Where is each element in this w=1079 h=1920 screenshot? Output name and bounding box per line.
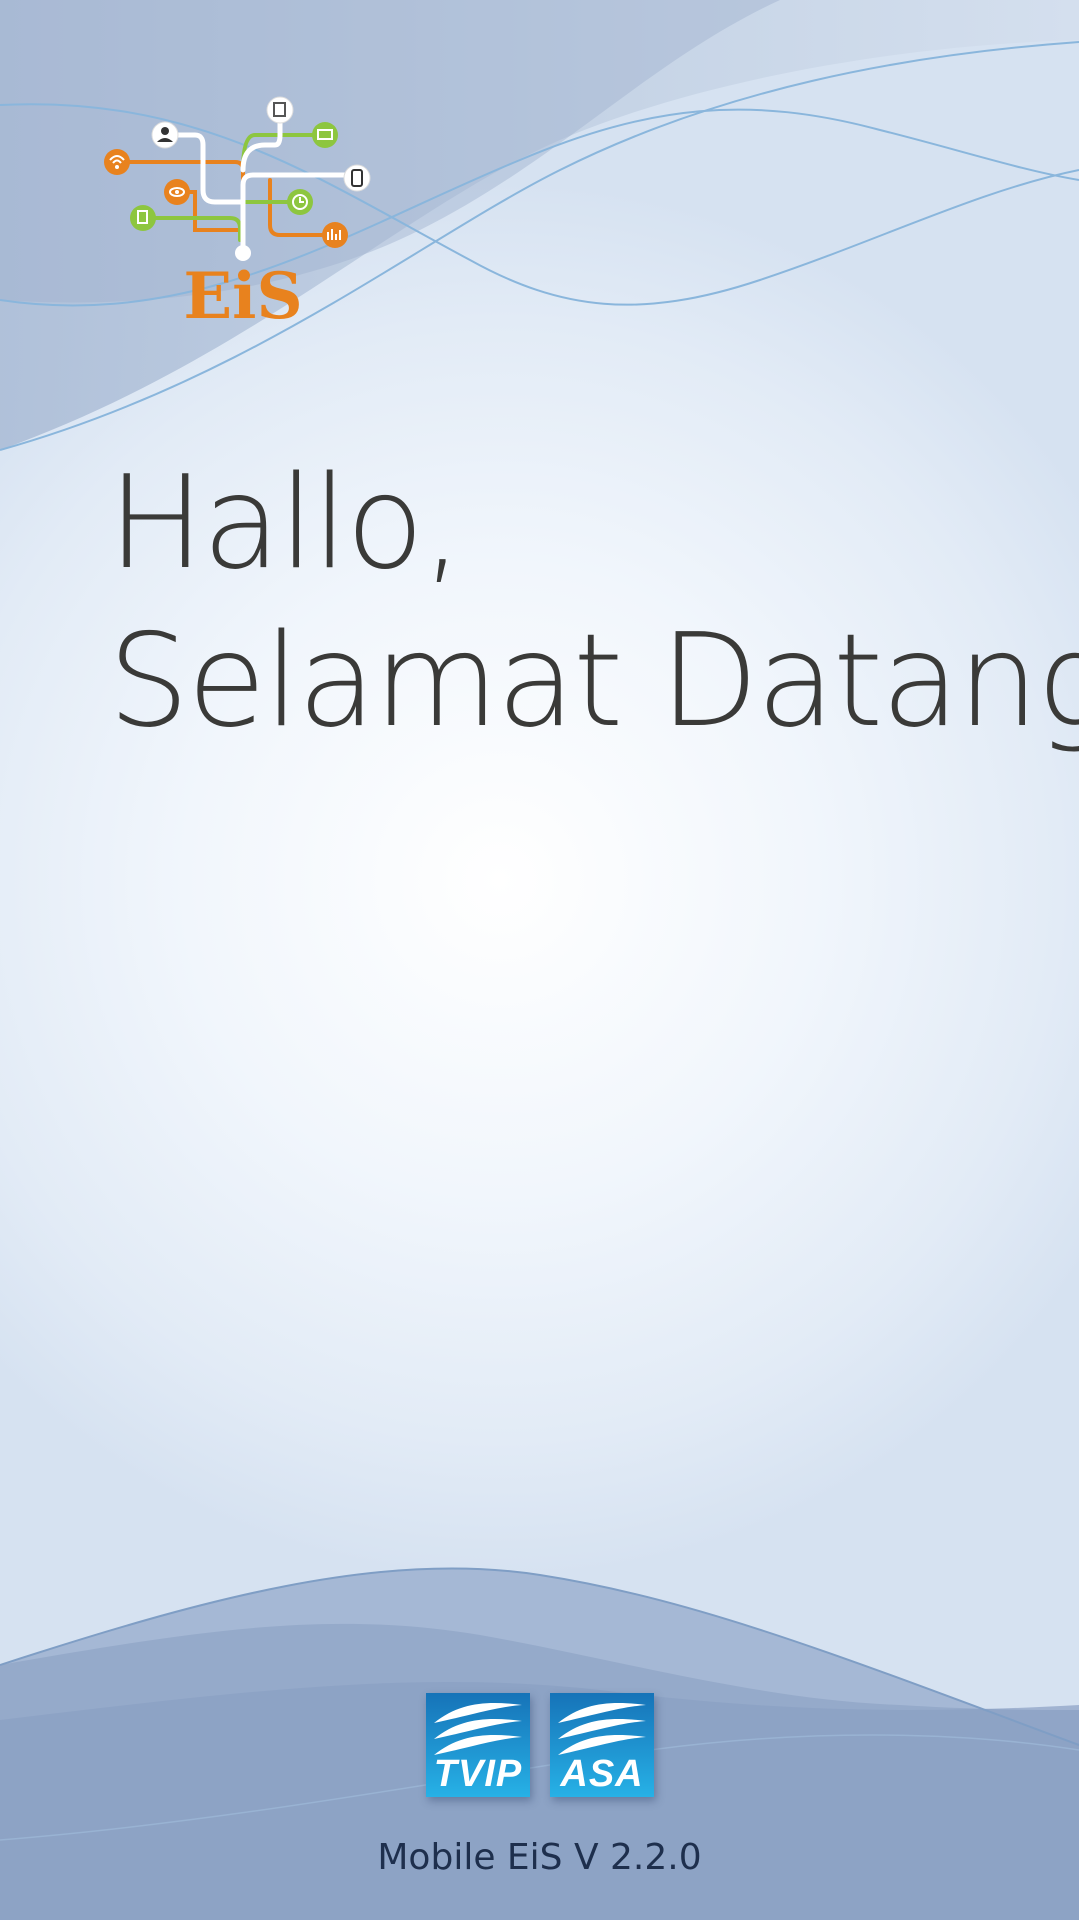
eis-logo-text: EiS (183, 259, 302, 330)
partner-logos: TVIP ASA (426, 1693, 654, 1797)
document-icon (130, 205, 156, 231)
asa-logo-text: ASA (560, 1753, 644, 1795)
wifi-icon (104, 149, 130, 175)
greeting-welcome: Selamat Datang (108, 607, 1079, 756)
greeting: Hallo, Selamat Datang (108, 445, 1079, 761)
tvip-logo-text: TVIP (433, 1753, 523, 1795)
asa-logo: ASA (550, 1693, 654, 1797)
app-version: Mobile EiS V 2.2.0 (377, 1837, 702, 1878)
phone-icon (343, 164, 371, 192)
report-icon (266, 96, 294, 124)
splash-screen: EiS Hallo, Selamat Datang TVIP ASA Mobil… (0, 0, 1079, 1920)
tvip-logo: TVIP (426, 1693, 530, 1797)
chat-icon (312, 122, 338, 148)
eis-logo: EiS (104, 96, 371, 330)
greeting-hello: Hallo, (108, 449, 463, 598)
